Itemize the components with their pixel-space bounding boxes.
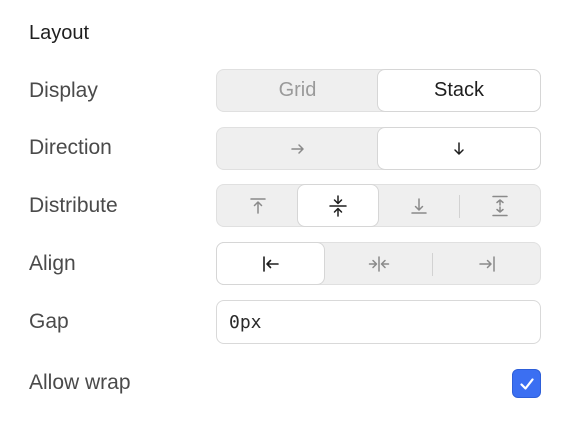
display-segmented-control: Grid Stack [216, 69, 541, 112]
align-option-left[interactable] [216, 242, 325, 285]
direction-option-horizontal[interactable] [217, 128, 378, 169]
distribute-option-center[interactable] [297, 184, 379, 227]
distribute-option-space-between[interactable] [460, 185, 540, 226]
align-top-icon [249, 197, 267, 215]
direction-label: Direction [29, 136, 112, 159]
checkmark-icon [518, 375, 536, 393]
align-option-center[interactable] [325, 243, 432, 284]
display-option-stack-label: Stack [433, 79, 485, 101]
direction-option-vertical[interactable] [377, 127, 541, 170]
align-center-vertical-icon [328, 194, 348, 217]
space-between-vertical-icon [490, 195, 510, 217]
layout-panel: Layout Display Grid Stack Direction Dist… [0, 0, 573, 436]
gap-label: Gap [29, 310, 69, 333]
distribute-option-bottom[interactable] [379, 185, 459, 226]
distribute-label: Distribute [29, 194, 118, 217]
gap-input[interactable] [216, 300, 541, 344]
align-option-right[interactable] [433, 243, 540, 284]
align-segmented-control [216, 242, 541, 285]
align-left-icon [262, 255, 280, 273]
arrow-right-icon [290, 141, 306, 157]
display-label: Display [29, 79, 98, 102]
distribute-segmented-control [216, 184, 541, 227]
align-bottom-icon [410, 197, 428, 215]
align-right-icon [478, 255, 496, 273]
arrow-down-icon [451, 141, 467, 157]
display-option-stack[interactable]: Stack [377, 69, 541, 112]
direction-segmented-control [216, 127, 541, 170]
allow-wrap-label: Allow wrap [29, 371, 131, 394]
distribute-option-top[interactable] [217, 185, 298, 226]
align-label: Align [29, 252, 76, 275]
display-option-grid[interactable]: Grid [217, 70, 378, 111]
section-title: Layout [29, 22, 90, 44]
display-option-grid-label: Grid [278, 79, 317, 101]
align-center-horizontal-icon [368, 255, 390, 273]
allow-wrap-checkbox[interactable] [512, 369, 541, 398]
